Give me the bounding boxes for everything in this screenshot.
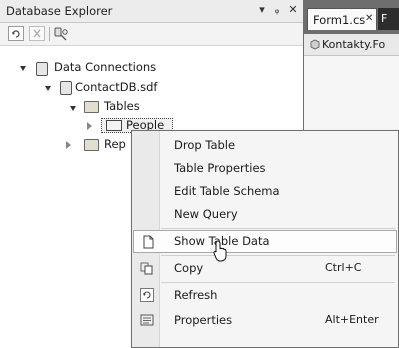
menu-item-refresh[interactable]: Refresh (133, 284, 397, 307)
context-menu: Drop Table Table Properties Edit Table S… (131, 130, 399, 348)
menu-item-label: Edit Table Schema (174, 184, 280, 198)
menu-item-label: New Query (174, 207, 238, 221)
replication-folder-icon (84, 139, 99, 151)
tables-folder-icon (84, 101, 99, 113)
data-connections-icon (36, 62, 48, 76)
menu-item-shortcut: Ctrl+C (325, 261, 362, 274)
menu-item-label: Refresh (174, 288, 218, 302)
expand-arrow-icon[interactable] (66, 141, 71, 149)
editor-navigation-bar: Kontakty.Fo (304, 34, 399, 56)
tree-item-tables[interactable]: Tables (104, 99, 140, 113)
tab-close-icon[interactable]: ✕ (365, 13, 373, 24)
menu-item-label: Copy (174, 261, 204, 275)
connect-to-database-icon[interactable] (53, 26, 69, 42)
properties-icon (140, 313, 154, 327)
copy-icon (140, 261, 154, 275)
expand-arrow-icon[interactable] (87, 122, 92, 130)
explorer-toolbar (0, 23, 303, 46)
tab-form1[interactable]: Form1.cs ✕ (307, 8, 377, 30)
breadcrumb-class[interactable]: Kontakty.Fo (322, 38, 385, 51)
toolbar-separator (49, 27, 50, 41)
collapse-arrow-icon[interactable] (70, 106, 76, 111)
menu-item-edit-table-schema[interactable]: Edit Table Schema (133, 180, 397, 203)
refresh-icon (140, 288, 154, 302)
tree-item-data-connections[interactable]: Data Connections (54, 60, 156, 74)
menu-separator (161, 282, 395, 283)
menu-item-shortcut: Alt+Enter (325, 313, 379, 326)
delete-icon[interactable] (29, 26, 45, 41)
refresh-icon[interactable] (8, 26, 24, 41)
menu-item-new-query[interactable]: New Query (133, 203, 397, 226)
hand-cursor-icon (213, 240, 229, 262)
table-icon (106, 120, 122, 131)
menu-separator (161, 255, 395, 256)
database-icon (60, 81, 72, 95)
menu-item-label: Properties (174, 313, 233, 327)
class-icon (310, 39, 321, 50)
explorer-header: Database Explorer ▾ ᵩ ✕ (0, 0, 303, 23)
menu-item-copy[interactable]: Copy Ctrl+C (133, 257, 397, 280)
menu-item-show-table-data[interactable]: Show Table Data (133, 230, 397, 253)
menu-separator (161, 228, 395, 229)
collapse-arrow-icon[interactable] (45, 86, 51, 91)
close-panel-icon[interactable]: ✕ (286, 3, 300, 17)
explorer-title: Database Explorer (6, 4, 113, 18)
window-position-dropdown-icon[interactable]: ▾ (255, 3, 269, 17)
tab-form1-label: Form1.cs (313, 13, 366, 27)
menu-item-label: Table Properties (174, 161, 266, 175)
menu-item-properties[interactable]: Properties Alt+Enter (133, 309, 397, 332)
tree-item-replication[interactable]: Rep (104, 137, 126, 151)
collapse-arrow-icon[interactable] (20, 66, 26, 71)
menu-item-label: Drop Table (174, 138, 236, 152)
tab-next[interactable]: F (378, 8, 399, 30)
menu-item-table-properties[interactable]: Table Properties (133, 157, 397, 180)
tree-item-contactdb[interactable]: ContactDB.sdf (75, 80, 157, 94)
table-data-icon (141, 235, 155, 249)
menu-item-drop-table[interactable]: Drop Table (133, 134, 397, 157)
pin-icon[interactable]: ᵩ (270, 3, 284, 17)
